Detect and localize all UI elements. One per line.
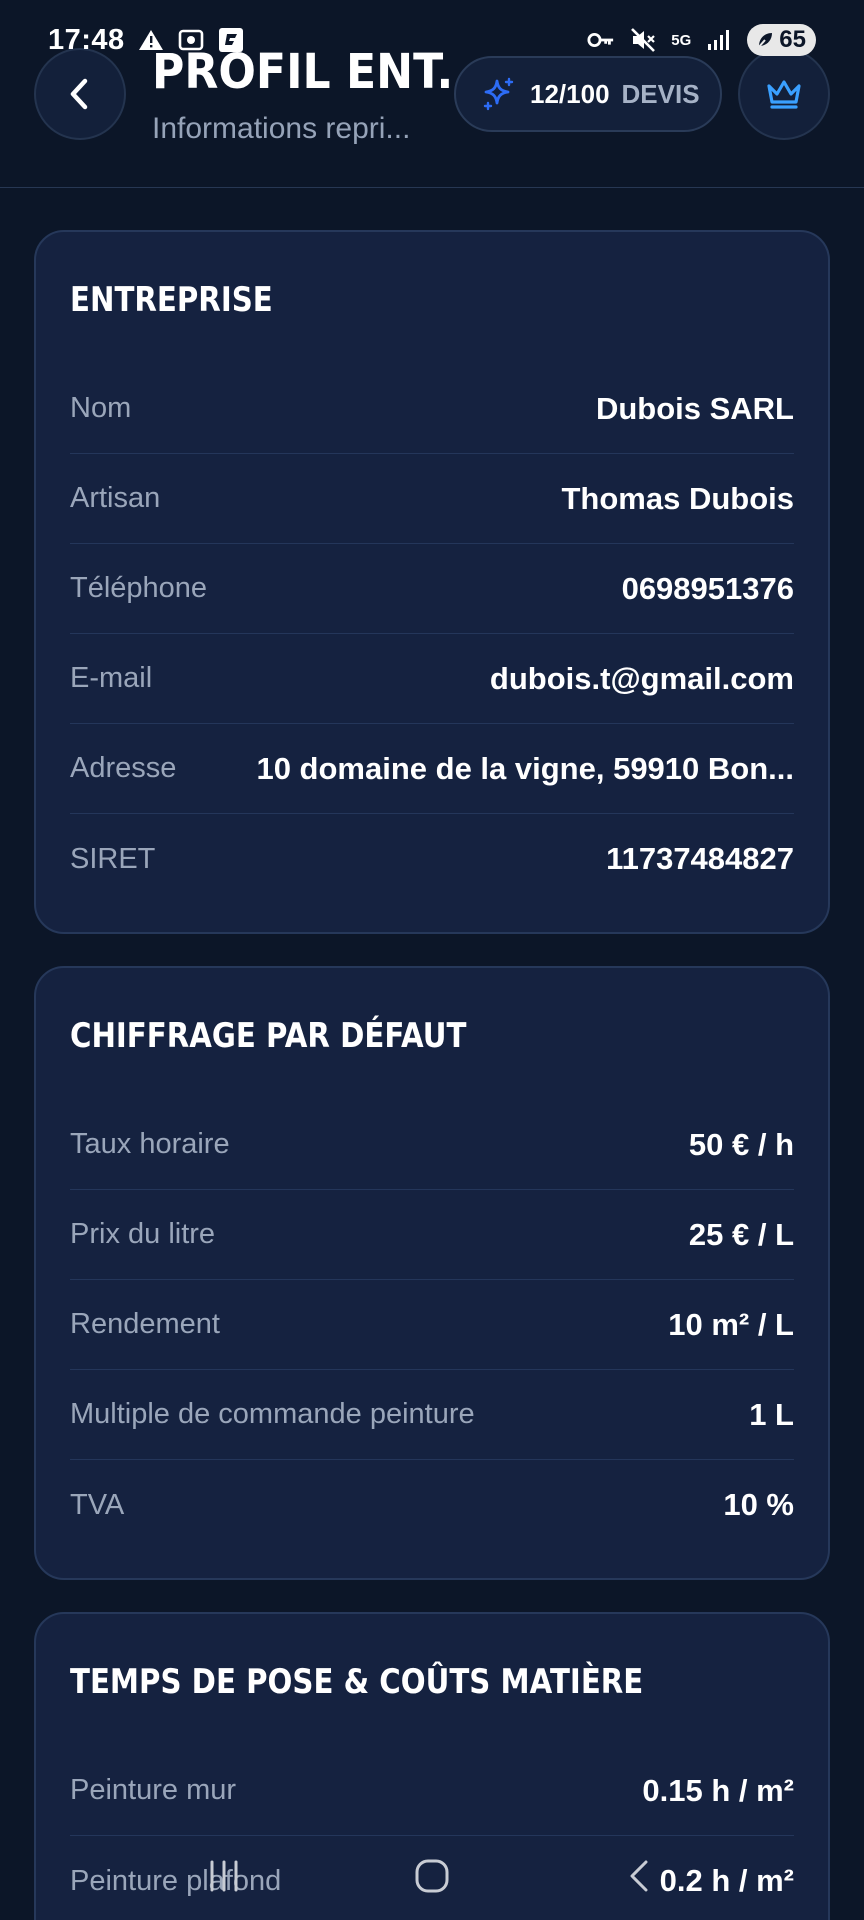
system-nav-bar: [0, 1832, 864, 1920]
row-siret: SIRET 11737484827: [70, 814, 794, 904]
row-value: 50 € / h: [688, 1126, 794, 1162]
status-right: 5G 65: [587, 24, 816, 56]
row-peinture-mur: Peinture mur 0.15 h / m²: [70, 1746, 794, 1836]
row-nom: Nom Dubois SARL: [70, 364, 794, 454]
quota-label: DEVIS: [621, 78, 700, 109]
row-label: Artisan: [70, 482, 161, 514]
home-button[interactable]: [402, 1846, 462, 1906]
sparkle-icon: [483, 77, 514, 111]
row-label: Multiple de commande peinture: [70, 1398, 475, 1430]
temps-title: TEMPS DE POSE & COÛTS MATIÈRE: [70, 1662, 644, 1702]
row-value: 25 € / L: [688, 1216, 794, 1252]
row-adresse: Adresse 10 domaine de la vigne, 59910 Bo…: [70, 724, 794, 814]
home-icon: [415, 1859, 449, 1893]
key-icon: [587, 27, 615, 53]
row-value: Thomas Dubois: [561, 480, 794, 516]
entreprise-card: ENTREPRISE Nom Dubois SARL Artisan Thoma…: [34, 230, 830, 934]
row-tva: TVA 10 %: [70, 1460, 794, 1550]
recent-apps-icon: [210, 1860, 238, 1892]
battery-level: 65: [779, 26, 806, 53]
status-left: 17:48: [48, 24, 245, 57]
row-value: Dubois SARL: [595, 390, 794, 426]
row-prix-litre: Prix du litre 25 € / L: [70, 1190, 794, 1280]
chiffrage-title: CHIFFRAGE PAR DÉFAUT: [70, 1016, 467, 1056]
entreprise-title: ENTREPRISE: [70, 280, 273, 320]
row-value: 11737484827: [606, 841, 794, 876]
status-bar: 17:48 5G 65: [0, 0, 864, 80]
chevron-left-icon: [70, 78, 88, 110]
screenshot-icon: [177, 27, 205, 53]
row-label: Téléphone: [70, 572, 208, 604]
page-subtitle: Informations repri...: [152, 112, 411, 145]
row-telephone: Téléphone 0698951376: [70, 544, 794, 634]
row-multiple-commande: Multiple de commande peinture 1 L: [70, 1370, 794, 1460]
row-value: 10 m² / L: [668, 1306, 794, 1342]
row-taux-horaire: Taux horaire 50 € / h: [70, 1100, 794, 1190]
row-artisan: Artisan Thomas Dubois: [70, 454, 794, 544]
back-nav-button[interactable]: [610, 1846, 670, 1906]
row-value: 0698951376: [621, 570, 794, 606]
row-value: 10 %: [723, 1487, 794, 1522]
row-label: Nom: [70, 392, 132, 424]
row-email: E-mail dubois.t@gmail.com: [70, 634, 794, 724]
status-time: 17:48: [48, 23, 125, 56]
row-label: TVA: [70, 1488, 125, 1521]
row-label: Rendement: [70, 1308, 220, 1340]
mute-icon: [629, 27, 657, 53]
row-rendement: Rendement 10 m² / L: [70, 1280, 794, 1370]
chiffrage-card: CHIFFRAGE PAR DÉFAUT Taux horaire 50 € /…: [34, 966, 830, 1580]
row-value: dubois.t@gmail.com: [489, 660, 794, 696]
signal-icon: [705, 27, 733, 53]
row-value: 10 domaine de la vigne, 59910 Bon...: [256, 750, 794, 786]
row-label: Prix du litre: [70, 1218, 216, 1250]
app-icon: [217, 27, 245, 53]
recent-apps-button[interactable]: [194, 1846, 254, 1906]
row-label: SIRET: [70, 842, 156, 875]
row-label: Taux horaire: [70, 1128, 230, 1160]
row-label: Adresse: [70, 752, 177, 784]
row-label: E-mail: [70, 662, 153, 694]
quota-count: 12/100: [530, 78, 610, 109]
battery-icon: [757, 33, 773, 49]
crown-icon: [767, 80, 801, 109]
row-label: Peinture mur: [70, 1774, 237, 1806]
network-label: 5G: [671, 31, 692, 49]
battery-indicator: 65: [747, 24, 816, 56]
row-value: 1 L: [749, 1396, 794, 1432]
alert-icon: [137, 27, 165, 53]
row-value: 0.15 h / m²: [642, 1772, 794, 1808]
back-nav-icon: [630, 1860, 648, 1892]
